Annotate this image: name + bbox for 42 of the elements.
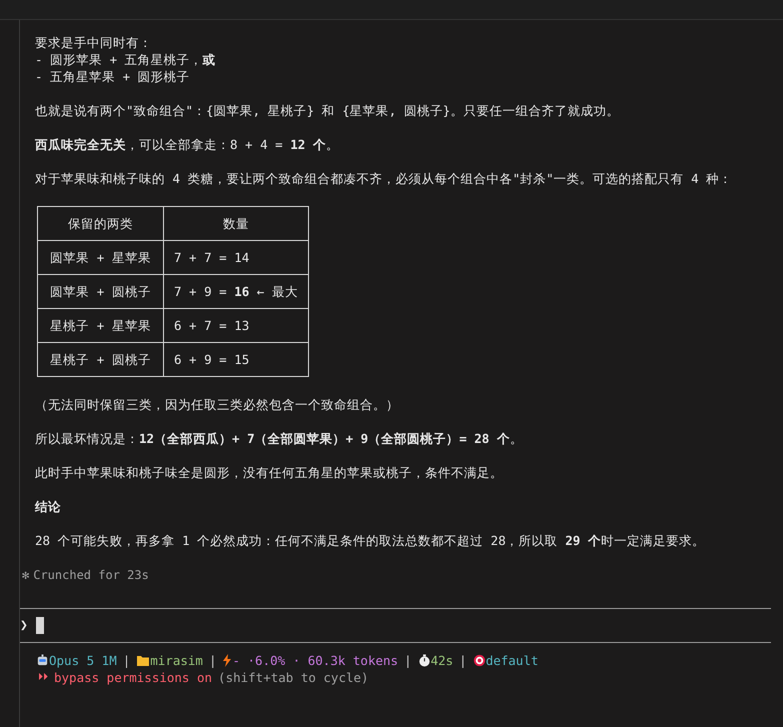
column-header: 保留的两类 xyxy=(38,206,164,240)
text-line: 此时手中苹果味和桃子味全是圆形，没有任何五角星的苹果或桃子，条件不满足。 xyxy=(35,464,504,481)
separator-text: | xyxy=(459,652,467,669)
text-line: 28 个可能失败，再多拿 1 个必然成功：任何不满足条件的取法总数都不超过 28，所以取 29 个时一定满足要求。 xyxy=(35,532,706,549)
table-cell: 7 + 7 = 14 xyxy=(164,240,308,274)
text-line: 要求是手中同时有： xyxy=(35,34,153,51)
separator-text: | xyxy=(122,652,130,669)
mode-label: bypass permissions on xyxy=(54,669,212,686)
table-cell: 星桃子 + 圆桃子 xyxy=(38,342,164,376)
separator-text: | xyxy=(208,652,216,669)
status-note: Crunched for 23s xyxy=(33,567,149,584)
prompt-symbol: ❯ xyxy=(20,616,28,635)
text-line: 西瓜味完全无关，可以全部拿走：8 + 4 = 12 个。 xyxy=(35,136,340,153)
text-line: 所以最坏情况是：12（全部西瓜）+ 7（全部圆苹果）+ 9（全部圆桃子）= 28 个。 xyxy=(35,430,524,447)
section-heading: 结论 xyxy=(35,498,62,515)
table-cell: 6 + 7 = 13 xyxy=(164,308,308,342)
stopwatch-icon xyxy=(418,654,431,667)
target-icon xyxy=(472,654,486,667)
status-item: - ·6.0% · 60.3k tokens xyxy=(232,652,398,669)
status-item: mirasim xyxy=(150,652,203,669)
text-line: 也就是说有两个"致命组合"：{圆苹果, 星桃子} 和 {星苹果, 圆桃子}。只要任一组合齐了就成功。 xyxy=(35,102,620,119)
table-cell: 星桃子 + 星苹果 xyxy=(38,308,164,342)
text-line: 对于苹果味和桃子味的 4 类糖，要让两个致命组合都凑不齐，必须从每个组合中各"封杀"一类。可选的搭配只有 4 种： xyxy=(35,170,734,187)
text-line: - 圆形苹果 + 五角星桃子，或 xyxy=(35,51,217,68)
table-cell: 圆苹果 + 圆桃子 xyxy=(38,274,164,308)
table-cell: 7 + 9 = 16 ← 最大 xyxy=(164,274,308,308)
status-item: 42s xyxy=(430,652,454,669)
separator-text: | xyxy=(404,652,412,669)
folder-icon xyxy=(136,654,150,667)
text-line: - 五角星苹果 + 圆形桃子 xyxy=(35,68,191,85)
table-cell: 圆苹果 + 星苹果 xyxy=(38,240,164,274)
lightning-icon xyxy=(222,654,232,667)
text-line: （无法同时保留三类，因为任取三类必然包含一个致命组合。） xyxy=(35,396,400,413)
robot-icon xyxy=(36,654,49,667)
status-item: default xyxy=(486,652,538,669)
mode-arrows-icon: ⏵⏵ xyxy=(38,669,48,686)
column-header: 数量 xyxy=(164,206,308,240)
table-cell: 6 + 9 = 15 xyxy=(164,342,308,376)
status-item: Opus 5 1M xyxy=(49,652,117,669)
mode-hint: (shift+tab to cycle) xyxy=(218,669,369,686)
asterisk-icon: ✻ xyxy=(22,566,30,584)
text-cursor xyxy=(36,617,44,634)
